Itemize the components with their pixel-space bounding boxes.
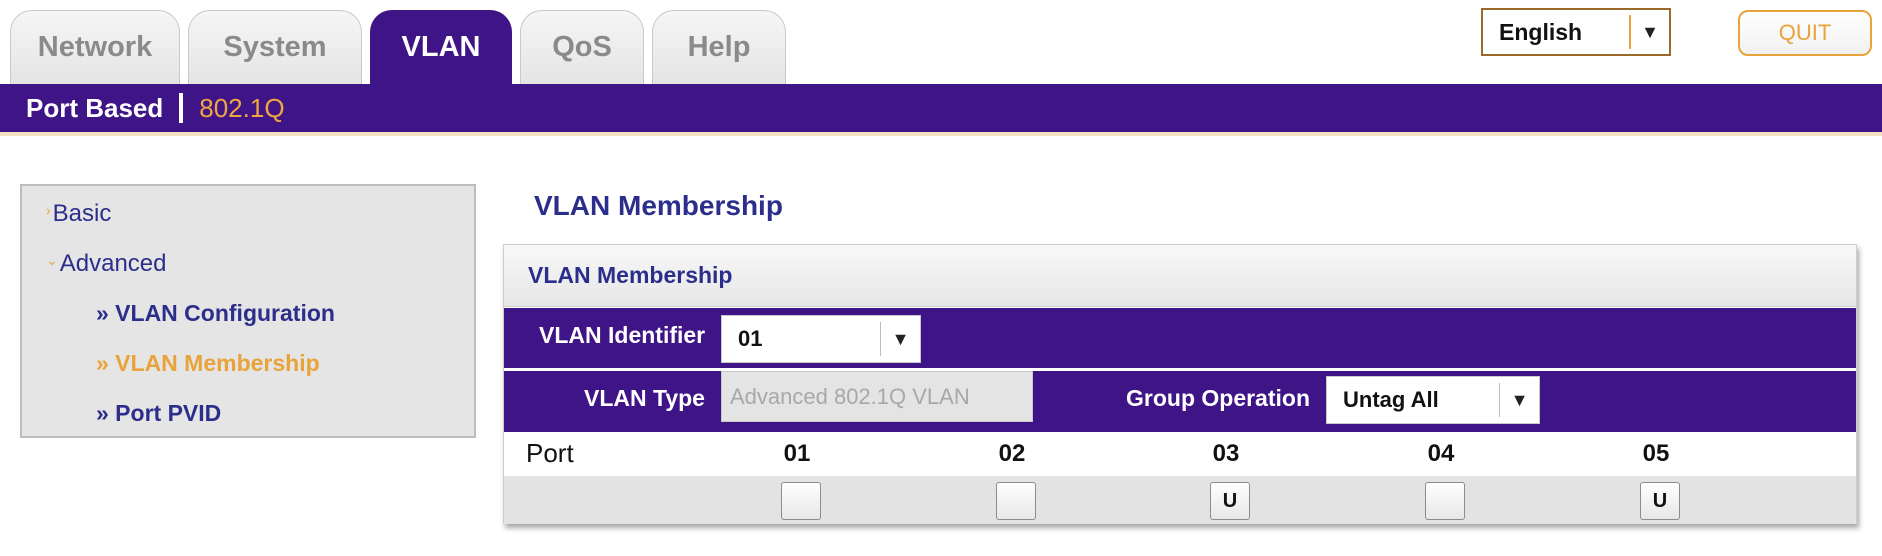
tab-vlan[interactable]: VLAN <box>370 10 512 84</box>
sidebar-item-vlan-configuration[interactable]: » VLAN Configuration <box>96 300 335 327</box>
subnav-bar: Port Based 802.1Q <box>0 84 1882 132</box>
tab-qos[interactable]: QoS <box>520 10 644 84</box>
vlan-identifier-label: VLAN Identifier <box>539 322 706 348</box>
sidebar-item-label: Basic <box>52 200 112 227</box>
chevron-down-icon: ▼ <box>880 322 920 356</box>
port-04-toggle[interactable] <box>1425 482 1465 520</box>
sidebar-item-port-pvid[interactable]: » Port PVID <box>96 400 221 427</box>
sidebar-item-label: Advanced <box>59 250 167 277</box>
port-02-toggle[interactable] <box>996 482 1036 520</box>
main-tabs: Network System VLAN QoS Help <box>10 10 786 84</box>
vlan-identifier-select[interactable]: 01 ▼ <box>721 315 921 363</box>
sidebar-item-basic[interactable]: ›Basic <box>46 200 111 228</box>
port-header-row: Port 01 02 03 04 05 <box>504 432 1856 476</box>
port-membership-row: U U <box>504 476 1856 524</box>
subnav-divider <box>179 93 184 123</box>
chevron-right-icon: › <box>46 202 51 218</box>
vlan-identifier-row: VLAN Identifier 01 ▼ <box>504 308 1856 368</box>
port-05-toggle[interactable]: U <box>1640 482 1680 520</box>
sidebar-item-advanced[interactable]: ⌄Advanced <box>46 250 166 278</box>
port-label: Port <box>526 438 574 468</box>
port-number: 04 <box>1427 440 1455 467</box>
sidebar: ›Basic ⌄Advanced » VLAN Configuration » … <box>20 184 476 438</box>
page-title: VLAN Membership <box>534 190 783 221</box>
panel-title: VLAN Membership <box>504 245 1856 307</box>
tab-system[interactable]: System <box>188 10 362 84</box>
vlan-type-field: Advanced 802.1Q VLAN <box>721 371 1033 422</box>
group-operation-label: Group Operation <box>1126 385 1310 411</box>
port-number: 03 <box>1212 440 1240 467</box>
language-value: English <box>1499 18 1583 45</box>
vlan-membership-panel: VLAN Membership VLAN Identifier 01 ▼ VLA… <box>503 244 1857 524</box>
subnav-8021q[interactable]: 802.1Q <box>199 93 284 124</box>
vlan-identifier-value: 01 <box>738 326 763 351</box>
chevron-down-icon: ▼ <box>1499 383 1539 417</box>
group-operation-select[interactable]: Untag All ▼ <box>1326 376 1540 424</box>
chevron-down-icon: ⌄ <box>46 252 58 268</box>
chevron-down-icon: ▼ <box>1629 15 1669 49</box>
port-03-toggle[interactable]: U <box>1210 482 1250 520</box>
port-number: 05 <box>1642 440 1670 467</box>
header-divider <box>0 132 1882 136</box>
port-number: 02 <box>998 440 1026 467</box>
vlan-type-label: VLAN Type <box>584 385 705 411</box>
sidebar-item-vlan-membership[interactable]: » VLAN Membership <box>96 350 320 377</box>
tab-help[interactable]: Help <box>652 10 786 84</box>
group-operation-value: Untag All <box>1343 387 1439 412</box>
quit-button[interactable]: QUIT <box>1738 10 1872 56</box>
subnav-port-based[interactable]: Port Based <box>26 93 163 124</box>
vlan-type-row: VLAN Type Advanced 802.1Q VLAN Group Ope… <box>504 371 1856 432</box>
language-select[interactable]: English ▼ <box>1481 8 1671 56</box>
tab-network[interactable]: Network <box>10 10 180 84</box>
port-number: 01 <box>783 440 811 467</box>
port-01-toggle[interactable] <box>781 482 821 520</box>
